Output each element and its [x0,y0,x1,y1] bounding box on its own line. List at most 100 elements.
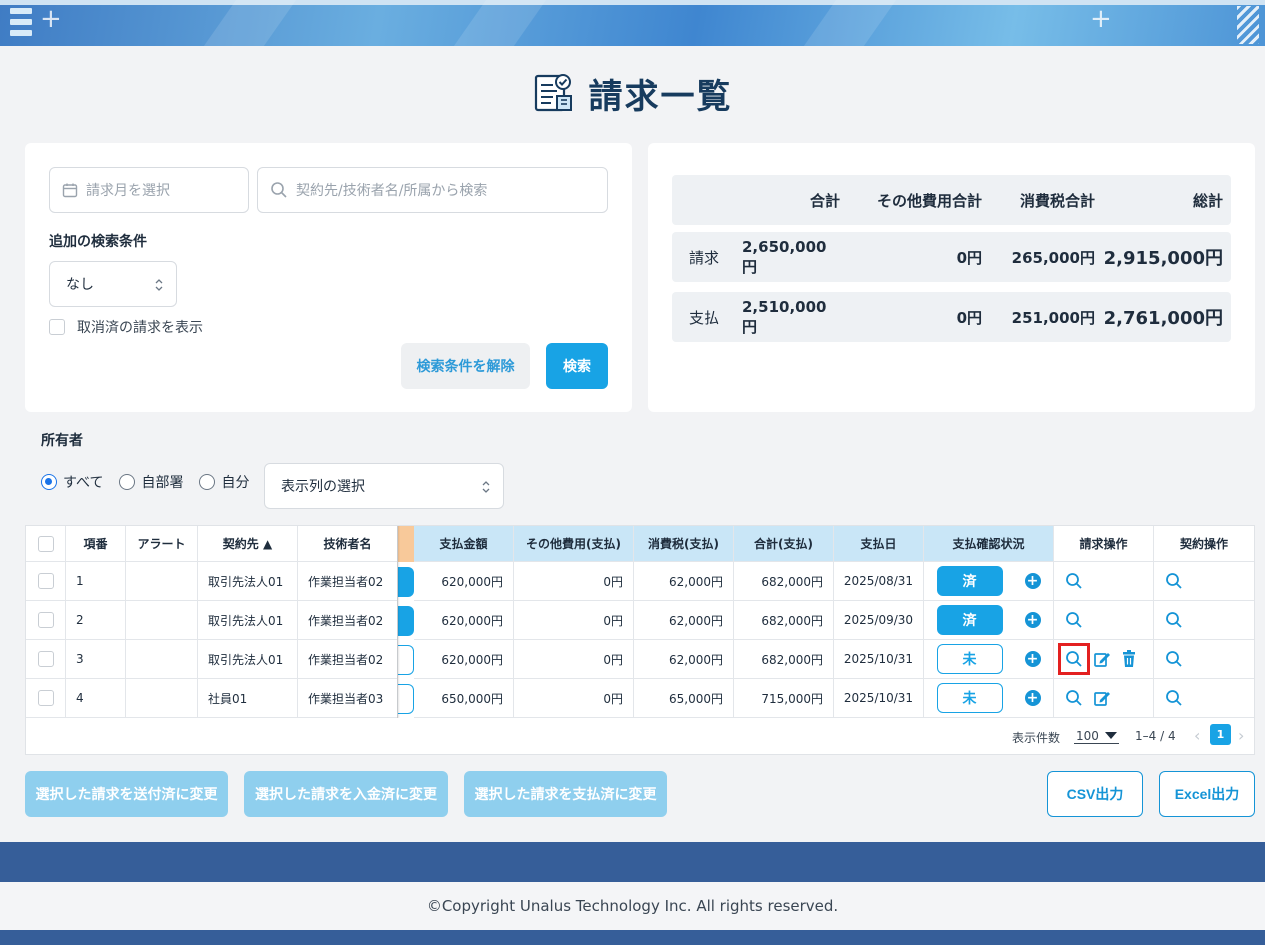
mark-received-button[interactable]: 選択した請求を入金済に変更 [244,771,448,817]
column-select[interactable]: 表示列の選択 [264,463,504,509]
cell-pay-date: 2025/10/31 [834,640,924,679]
cell-pay-other: 0円 [514,640,634,679]
add-circle-icon[interactable]: + [1024,690,1041,706]
additional-conditions-label: 追加の検索条件 [49,234,147,250]
owner-option-department[interactable]: 自部署 [119,472,183,492]
previous-page-icon[interactable]: ‹ [1194,726,1200,745]
next-page-icon[interactable]: › [1238,726,1244,745]
delete-invoice-trash-icon[interactable] [1118,648,1140,670]
column-header-pay-status[interactable]: 支払確認状況 [924,526,1054,562]
cell-pay-total: 682,000円 [734,601,834,640]
keyword-search-placeholder: 契約先/技術者名/所属から検索 [296,183,488,199]
cell-pay-other: 0円 [514,679,634,718]
select-all-checkbox[interactable] [37,535,54,552]
owner-radio-group: すべて 自部署 自分 [41,472,253,492]
edit-invoice-icon[interactable] [1091,648,1113,670]
summary-grand-total: 2,761,000円 [1103,308,1223,329]
menu-icon[interactable] [10,8,34,42]
column-header-pay-other[interactable]: その他費用(支払) [514,526,634,562]
view-invoice-search-icon[interactable] [1063,609,1085,631]
add-circle-icon[interactable]: + [1024,651,1041,667]
edit-invoice-icon[interactable] [1091,687,1113,709]
view-contract-search-icon[interactable] [1163,687,1185,709]
cell-engineer: 作業担当者02 [298,640,398,679]
radio-icon[interactable] [199,474,216,490]
pay-status-button[interactable]: 済 [936,605,1003,635]
cell-pay-total: 682,000円 [734,640,834,679]
additional-conditions-select[interactable]: なし [49,261,177,307]
row-checkbox[interactable] [37,612,54,628]
invoice-ops-cell [1054,601,1154,640]
column-header-pay-amount[interactable]: 支払金額 [414,526,514,562]
column-header-pay-date[interactable]: 支払日 [834,526,924,562]
owner-option-self[interactable]: 自分 [199,472,249,492]
column-header-client[interactable]: 契約先 ▲ [198,526,298,562]
calendar-icon [62,183,78,198]
column-header-pay-total[interactable]: 合計(支払) [734,526,834,562]
cell-engineer: 作業担当者03 [298,679,398,718]
summary-header: 合計 [809,191,840,210]
view-contract-search-icon[interactable] [1163,609,1185,631]
view-invoice-search-icon[interactable] [1063,570,1085,592]
rows-per-page-value: 100 [1076,729,1099,743]
updown-chevron-icon [155,279,163,291]
pay-status-button[interactable]: 未 [936,683,1003,713]
summary-row-label: 支払 [689,308,720,327]
show-cancelled-checkbox[interactable] [49,319,65,335]
cell-pay-total: 715,000円 [734,679,834,718]
pay-status-cell: 済 + [924,601,1054,640]
column-header-alert[interactable]: アラート [126,526,198,562]
view-contract-search-icon[interactable] [1163,570,1185,592]
row-checkbox[interactable] [37,690,54,706]
clear-conditions-button[interactable]: 検索条件を解除 [401,343,530,389]
banner-decoration: + [1090,4,1112,34]
current-page-button[interactable]: 1 [1210,724,1231,745]
cell-alert [126,601,198,640]
summary-panel: 合計 その他費用合計 消費税合計 総計 請求 2,650,000円 0円 265… [648,143,1255,412]
show-cancelled-label: 取消済の請求を表示 [77,320,203,336]
view-invoice-search-icon[interactable] [1063,687,1085,709]
header-banner: + + [0,0,1265,46]
add-circle-icon[interactable]: + [1024,612,1041,628]
pay-status-cell: 済 + [924,562,1054,601]
owner-option-label: すべて [63,475,104,491]
add-circle-icon[interactable]: + [1024,573,1041,589]
cell-no: 2 [66,601,126,640]
pay-status-button[interactable]: 済 [936,566,1003,596]
cell-pay-date: 2025/09/30 [834,601,924,640]
cell-pay-tax: 62,000円 [634,562,734,601]
show-cancelled-checkbox-row[interactable]: 取消済の請求を表示 [49,317,203,337]
radio-icon[interactable] [119,474,136,490]
pinned-columns-shadow [397,526,400,718]
invoice-month-picker[interactable]: 請求月を選択 [49,167,249,213]
pay-status-button[interactable]: 未 [936,644,1003,674]
pagination-range: 1–4 / 4 [1135,729,1176,743]
keyword-search-input[interactable]: 契約先/技術者名/所属から検索 [257,167,608,213]
page-title: 請求一覧 [588,76,733,117]
column-header-no[interactable]: 項番 [66,526,126,562]
excel-export-button[interactable]: Excel出力 [1159,771,1255,817]
caret-down-icon [1104,732,1117,739]
column-header-pay-tax[interactable]: 消費税(支払) [634,526,734,562]
radio-selected-icon[interactable] [41,474,57,490]
owner-option-label: 自部署 [141,475,184,491]
view-invoice-search-icon[interactable] [1058,643,1090,675]
summary-header: 総計 [1192,191,1223,210]
cell-no: 3 [66,640,126,679]
banner-stripes [1237,6,1259,44]
search-button[interactable]: 検索 [546,343,608,389]
mark-paid-button[interactable]: 選択した請求を支払済に変更 [464,771,667,817]
row-select-cell [26,601,66,640]
mark-sent-button[interactable]: 選択した請求を送付済に変更 [25,771,228,817]
cell-client: 取引先法人01 [198,601,298,640]
contract-ops-cell [1154,562,1254,601]
owner-option-all[interactable]: すべて [41,472,103,492]
rows-per-page-select[interactable]: 100 [1074,729,1119,744]
row-checkbox[interactable] [37,651,54,667]
view-contract-search-icon[interactable] [1163,648,1185,670]
row-checkbox[interactable] [37,573,54,589]
csv-export-button[interactable]: CSV出力 [1047,771,1143,817]
pay-status-cell: 未 + [924,640,1054,679]
cell-no: 4 [66,679,126,718]
column-header-engineer[interactable]: 技術者名 [298,526,398,562]
